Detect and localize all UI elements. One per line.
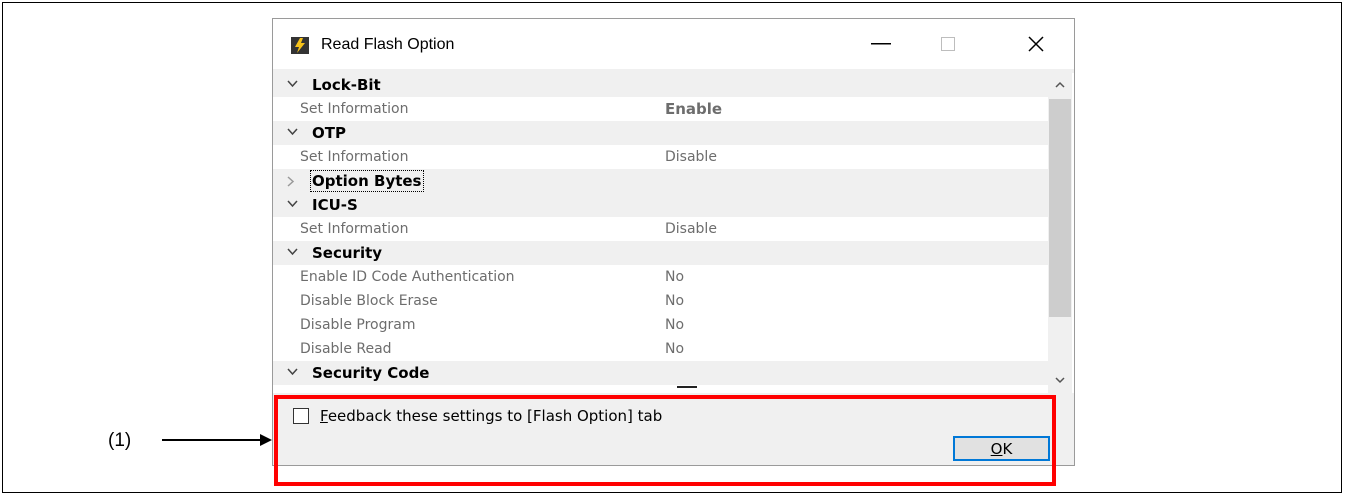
- property-value: Enable: [665, 100, 723, 118]
- property-name: Enable ID Code Authentication: [300, 269, 515, 285]
- property-row[interactable]: Enable ID Code Authentication No: [273, 265, 1048, 289]
- maximize-icon: [941, 37, 955, 51]
- category-label: Security Code: [312, 364, 430, 382]
- expand-toggle[interactable]: [287, 73, 301, 97]
- property-name: Set Information: [300, 221, 409, 237]
- property-name: Disable Read: [300, 341, 392, 357]
- annotation-arrow-icon: [162, 434, 272, 446]
- property-value: Disable: [665, 149, 717, 165]
- category-row[interactable]: Security Code: [273, 361, 1048, 385]
- property-row[interactable]: Disable Block Erase No: [273, 289, 1048, 313]
- partial-row-mark: [677, 386, 697, 388]
- vertical-scrollbar[interactable]: [1048, 73, 1072, 393]
- scroll-thumb[interactable]: [1049, 99, 1071, 317]
- close-icon: [1028, 36, 1044, 52]
- category-row[interactable]: Option Bytes: [273, 169, 1048, 193]
- category-label: ICU-S: [312, 196, 358, 214]
- category-row[interactable]: Security: [273, 241, 1048, 265]
- category-label: Option Bytes: [310, 170, 424, 192]
- property-value: No: [665, 269, 685, 285]
- chevron-right-icon: [287, 176, 295, 187]
- category-label: Security: [312, 244, 383, 262]
- scroll-up-button[interactable]: [1048, 73, 1072, 97]
- category-row[interactable]: OTP: [273, 121, 1048, 145]
- category-row[interactable]: Lock-Bit: [273, 73, 1048, 97]
- minimize-icon: [871, 43, 891, 45]
- scroll-down-button[interactable]: [1048, 369, 1072, 393]
- collapse-toggle[interactable]: [287, 169, 301, 193]
- property-value: Disable: [665, 221, 717, 237]
- minimize-button[interactable]: [858, 27, 904, 61]
- property-name: Set Information: [300, 149, 409, 165]
- property-row[interactable]: Disable Program No: [273, 313, 1048, 337]
- property-name: Disable Program: [300, 317, 416, 333]
- category-label: Lock-Bit: [312, 76, 381, 94]
- property-row[interactable]: Set Information Disable: [273, 217, 1048, 241]
- property-value: No: [665, 341, 685, 357]
- property-value: No: [665, 317, 685, 333]
- expand-toggle[interactable]: [287, 121, 301, 145]
- property-row[interactable]: Set Information Enable: [273, 97, 1048, 121]
- expand-toggle[interactable]: [287, 241, 301, 265]
- close-button[interactable]: [1013, 27, 1059, 61]
- chevron-down-icon: [287, 80, 298, 88]
- property-value: No: [665, 293, 685, 309]
- category-row[interactable]: ICU-S: [273, 193, 1048, 217]
- chevron-down-icon: [287, 200, 298, 208]
- expand-toggle[interactable]: [287, 193, 301, 217]
- property-name: Disable Block Erase: [300, 293, 438, 309]
- title-bar[interactable]: Read Flash Option: [273, 19, 1074, 69]
- annotation-highlight-box: [274, 395, 1056, 486]
- property-name: Set Information: [300, 101, 409, 117]
- annotation-label: (1): [108, 430, 132, 451]
- chevron-up-icon: [1055, 81, 1065, 88]
- maximize-button[interactable]: [925, 27, 971, 61]
- category-label: OTP: [312, 124, 346, 142]
- property-rows: Lock-Bit Set Information Enable OTP Set Info…: [273, 73, 1048, 385]
- chevron-down-icon: [1055, 377, 1065, 384]
- chevron-down-icon: [287, 128, 298, 136]
- window-title: Read Flash Option: [321, 36, 455, 53]
- property-row[interactable]: Disable Read No: [273, 337, 1048, 361]
- app-icon: [291, 37, 309, 54]
- chevron-down-icon: [287, 368, 298, 376]
- property-row[interactable]: Set Information Disable: [273, 145, 1048, 169]
- property-grid[interactable]: Lock-Bit Set Information Enable OTP Set Info…: [273, 73, 1074, 393]
- expand-toggle[interactable]: [287, 361, 301, 385]
- chevron-down-icon: [287, 248, 298, 256]
